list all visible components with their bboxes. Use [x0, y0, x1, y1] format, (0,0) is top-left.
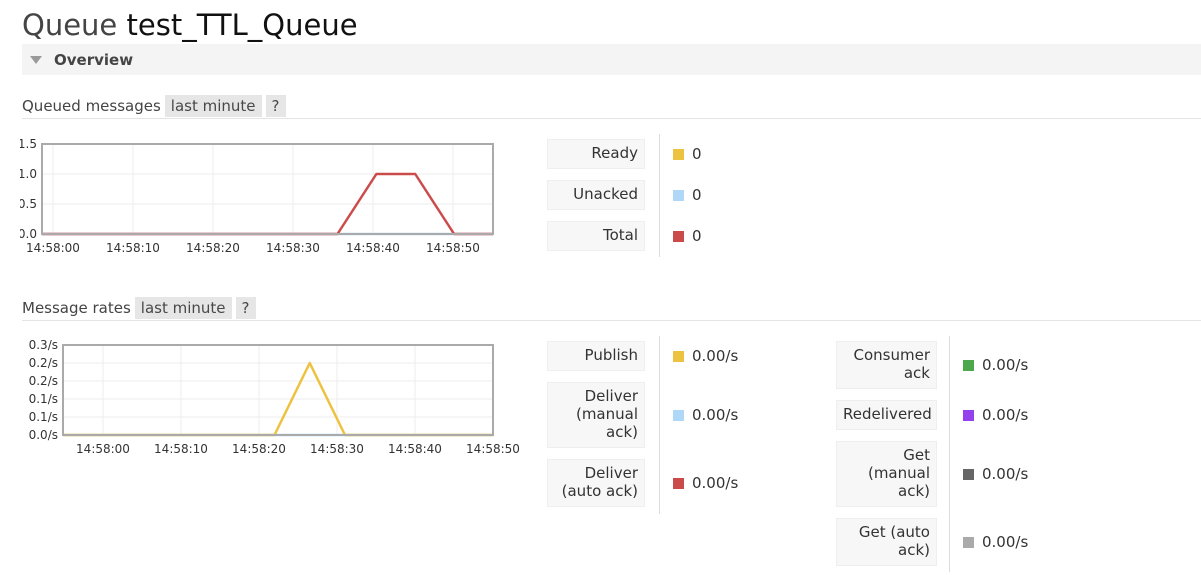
overview-label: Overview [54, 51, 134, 69]
legend-divider [949, 336, 950, 572]
legend-redelivered-swatch [963, 410, 974, 421]
queued-messages-label: Queued messages [22, 97, 161, 115]
legend-redelivered-value: 0.00/s [982, 406, 1029, 424]
legend-deliver-auto-label: Deliver (auto ack) [547, 459, 645, 507]
legend-get-auto-label: Get (auto ack) [836, 518, 937, 566]
x-tick-label: 14:58:50 [426, 241, 480, 255]
legend-get-manual-swatch [963, 469, 974, 480]
x-tick-label: 14:58:40 [346, 241, 400, 255]
y-tick-label: 1.0 [20, 167, 37, 181]
queued-messages-help-button[interactable]: ? [265, 95, 286, 117]
legend-ready-swatch [673, 149, 684, 160]
legend-divider [659, 134, 660, 257]
y-tick-label: 0.1/s [29, 410, 58, 424]
message-rates-help-button[interactable]: ? [235, 297, 256, 319]
legend-consumer-ack-swatch [963, 360, 974, 371]
legend-unacked-value: 0 [692, 186, 702, 204]
overview-section-toggle[interactable]: Overview [22, 44, 1201, 75]
legend-ready-label: Ready [547, 139, 645, 169]
y-tick-label: 0.1/s [29, 392, 58, 406]
legend-total-swatch [673, 231, 684, 242]
y-tick-label: 0.0/s [29, 428, 58, 442]
message-rates-chart: 0.3/s 0.2/s 0.2/s 0.1/s 0.1/s 0.0/s 14:58:00 14… [29, 338, 520, 456]
legend-deliver-manual-value: 0.00/s [692, 406, 739, 424]
x-tick-label: 14:58:10 [106, 241, 160, 255]
queued-messages-header: Queued messages last minute? [22, 95, 286, 117]
legend-consumer-ack-label: Consumer ack [836, 341, 937, 389]
x-tick-label: 14:58:40 [388, 442, 442, 456]
legend-deliver-manual-swatch [673, 410, 684, 421]
page-title-prefix: Queue [22, 8, 118, 42]
legend-get-manual-label: Get (manual ack) [836, 441, 937, 507]
legend-ready-value: 0 [692, 145, 702, 163]
message-rates-label: Message rates [22, 299, 131, 317]
section-divider [22, 320, 1201, 321]
queued-messages-range-button[interactable]: last minute [164, 95, 262, 117]
legend-get-manual-value: 0.00/s [982, 465, 1029, 483]
triangle-down-icon [30, 56, 42, 64]
x-tick-label: 14:58:00 [76, 442, 130, 456]
x-tick-label: 14:58:00 [26, 241, 80, 255]
section-divider [22, 118, 1201, 119]
x-tick-label: 14:58:30 [266, 241, 320, 255]
y-tick-label: 0.2/s [29, 356, 58, 370]
legend-publish-label: Publish [547, 341, 645, 371]
legend-publish-value: 0.00/s [692, 347, 739, 365]
plot-frame [62, 344, 494, 436]
x-tick-label: 14:58:10 [154, 442, 208, 456]
x-tick-label: 14:58:20 [186, 241, 240, 255]
legend-deliver-auto-value: 0.00/s [692, 474, 739, 492]
legend-consumer-ack-value: 0.00/s [982, 356, 1029, 374]
x-tick-label: 14:58:50 [466, 442, 520, 456]
message-rates-header: Message rates last minute? [22, 297, 256, 319]
y-tick-label: 1.5 [20, 137, 37, 151]
y-tick-label: 0.0 [20, 227, 37, 241]
y-tick-label: 0.2/s [29, 374, 58, 388]
queue-name: test_TTL_Queue [126, 8, 358, 42]
x-tick-label: 14:58:20 [232, 442, 286, 456]
legend-unacked-label: Unacked [547, 180, 645, 210]
queued-messages-chart: 1.5 1.0 0.5 0.014:58:00 14:58:10 14:58:20 14:5… [20, 137, 494, 255]
legend-total-value: 0 [692, 227, 702, 245]
legend-total-label: Total [547, 221, 645, 251]
y-tick-label: 0.3/s [29, 338, 58, 352]
legend-get-auto-value: 0.00/s [982, 533, 1029, 551]
y-tick-label: 0.5 [20, 197, 37, 211]
legend-get-auto-swatch [963, 537, 974, 548]
legend-deliver-manual-label: Deliver (manual ack) [547, 382, 645, 448]
page-title: Queue test_TTL_Queue [22, 8, 358, 42]
message-rates-range-button[interactable]: last minute [134, 297, 232, 319]
legend-publish-swatch [673, 351, 684, 362]
legend-ready-label-box: Ready [547, 139, 645, 169]
legend-divider [659, 336, 660, 514]
x-tick-label: 14:58:30 [310, 442, 364, 456]
legend-deliver-auto-swatch [673, 478, 684, 489]
legend-unacked-swatch [673, 190, 684, 201]
legend-redelivered-label: Redelivered [836, 400, 937, 430]
